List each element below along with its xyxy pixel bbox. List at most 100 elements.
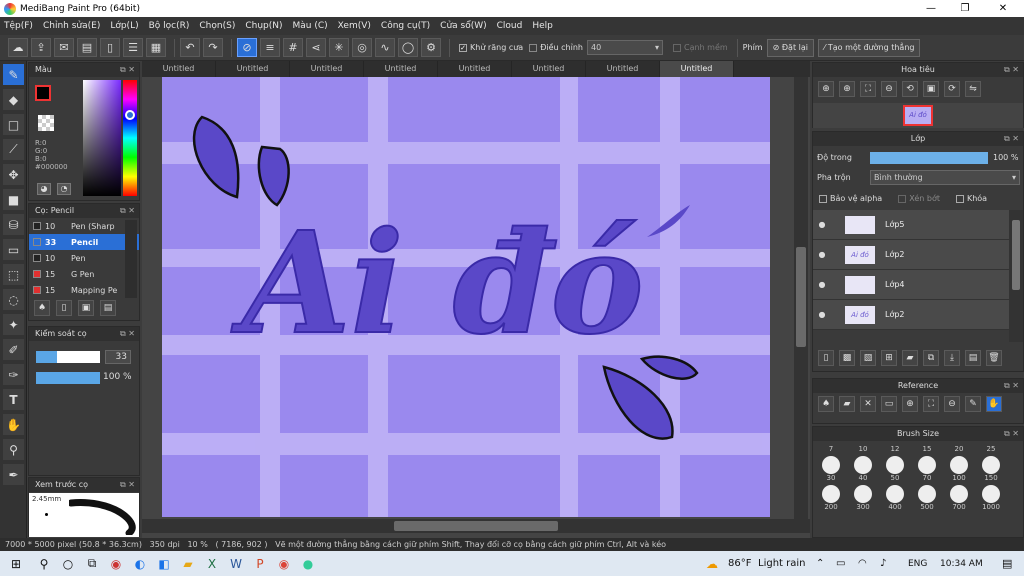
lock-checkbox[interactable]	[955, 194, 964, 203]
layer-row[interactable]: ● Ai đó Lớp2	[813, 300, 1009, 330]
reference-open-icon[interactable]: ▰	[839, 396, 855, 412]
blend-mode-select[interactable]: Bình thường ▾	[870, 170, 1020, 185]
tab-untitled-8[interactable]: Untitled	[660, 61, 734, 77]
soft-edge-checkbox[interactable]	[672, 43, 681, 52]
zoom-in-icon[interactable]: ⊕	[839, 81, 855, 97]
brush-size-preset[interactable]: 30	[815, 456, 847, 482]
powerpoint-icon[interactable]: P	[248, 554, 272, 574]
reference-eyedropper-icon[interactable]: ✎	[965, 396, 981, 412]
gradient-tool-icon[interactable]: ▭	[3, 239, 24, 260]
brush-size-preset[interactable]: 40	[847, 456, 879, 482]
panel-popout-icon[interactable]: ⧉ ✕	[120, 204, 135, 218]
circle-snap-icon[interactable]: ◎	[352, 38, 372, 57]
taskbar-search-icon[interactable]: ⚲	[32, 554, 56, 574]
brush-list-item[interactable]: 10 Pen	[29, 250, 139, 266]
brush-size-slider[interactable]	[36, 351, 100, 363]
brush-list-scrollbar[interactable]	[125, 220, 137, 298]
reference-close-icon[interactable]: ✕	[860, 396, 876, 412]
magic-wand-tool-icon[interactable]: ✦	[3, 314, 24, 335]
menu-window[interactable]: Cửa sổ(W)	[440, 21, 486, 31]
panel-popout-icon[interactable]: ⧉ ✕	[120, 63, 135, 77]
layer-opacity-slider[interactable]	[870, 152, 988, 164]
no-snap-icon[interactable]: ⊘	[237, 38, 257, 57]
panel-popout-icon[interactable]: ⧉ ✕	[1004, 63, 1019, 77]
curve-snap-icon[interactable]: ∿	[375, 38, 395, 57]
adjust-checkbox[interactable]	[529, 43, 538, 52]
brush-size-value[interactable]: 33	[105, 350, 131, 364]
brush-list-item[interactable]: 33 Pencil	[29, 234, 139, 250]
layer-scroll-thumb[interactable]	[1012, 220, 1020, 290]
layer-settings-icon[interactable]: ▤	[965, 350, 981, 366]
visibility-eye-icon[interactable]: ●	[813, 280, 831, 289]
drawing-canvas[interactable]: Ai đó	[142, 77, 810, 538]
rotate-right-icon[interactable]: ⟳	[944, 81, 960, 97]
chrome-icon[interactable]: ◉	[272, 554, 296, 574]
redo-icon[interactable]: ↷	[203, 38, 223, 57]
zoom-fit-icon[interactable]: ⊕	[818, 81, 834, 97]
tray-chevron-icon[interactable]: ⌃	[816, 558, 824, 569]
merge-down-icon[interactable]: ⤓	[944, 350, 960, 366]
menu-filter[interactable]: Bộ lọc(R)	[149, 21, 190, 31]
layer-row[interactable]: ● Ai đó Lớp2	[813, 240, 1009, 270]
navigator-preview[interactable]: Ai đó	[813, 103, 1023, 128]
tab-untitled-1[interactable]: Untitled	[142, 61, 216, 77]
trash-icon[interactable]: 🗑	[986, 350, 1002, 366]
weather-temperature[interactable]: 86°F	[728, 558, 751, 569]
transparent-color-swatch[interactable]	[38, 115, 54, 131]
reference-fit-icon[interactable]: ⛶	[923, 396, 939, 412]
cortana-icon[interactable]: ○	[56, 554, 80, 574]
brush-size-preset[interactable]: 300	[847, 485, 879, 511]
tab-untitled-5[interactable]: Untitled	[438, 61, 512, 77]
excel-icon[interactable]: X	[200, 554, 224, 574]
brush-size-preset[interactable]: 700	[943, 485, 975, 511]
menu-tools[interactable]: Công cụ(T)	[381, 21, 430, 31]
upload-icon[interactable]: ⇪	[31, 38, 51, 57]
brush-size-preset[interactable]: 7	[815, 445, 847, 453]
brush-size-preset[interactable]: 12	[879, 445, 911, 453]
rectangle-tool-icon[interactable]: □	[3, 114, 24, 135]
protect-alpha-checkbox[interactable]	[819, 194, 827, 203]
panel-popout-icon[interactable]: ⧉ ✕	[120, 327, 135, 341]
network-icon[interactable]: ▭	[836, 558, 845, 569]
text-tool-icon[interactable]: T	[3, 389, 24, 410]
brush-size-preset[interactable]: 50	[879, 456, 911, 482]
brush-new-icon[interactable]: ▯	[56, 300, 72, 316]
brush-size-preset[interactable]: 10	[847, 445, 879, 453]
select-eraser-tool-icon[interactable]: ✑	[3, 364, 24, 385]
ellipse-snap-icon[interactable]: ◯	[398, 38, 418, 57]
brush-tool-icon[interactable]: ✎	[3, 64, 24, 85]
taskbar-app1-icon[interactable]: ◉	[104, 554, 128, 574]
weather-description[interactable]: Light rain	[758, 558, 806, 569]
vanishing-snap-icon[interactable]: ⋖	[306, 38, 326, 57]
reference-add-icon[interactable]: ♠	[818, 396, 834, 412]
radial-snap-icon[interactable]: ✳	[329, 38, 349, 57]
brush-opacity-slider[interactable]	[36, 372, 100, 384]
brush-add-icon[interactable]: ♠	[34, 300, 50, 316]
tab-untitled-3[interactable]: Untitled	[290, 61, 364, 77]
actual-size-icon[interactable]: ▣	[923, 81, 939, 97]
task-view-icon[interactable]: ⧉	[80, 554, 104, 574]
panel-popout-icon[interactable]: ⧉ ✕	[120, 478, 135, 492]
menu-layer[interactable]: Lớp(L)	[110, 21, 138, 31]
menu-view[interactable]: Xem(V)	[338, 21, 371, 31]
tab-untitled-6[interactable]: Untitled	[512, 61, 586, 77]
brush-size-preset[interactable]: 20	[943, 445, 975, 453]
menu-color[interactable]: Màu (C)	[293, 21, 328, 31]
reset-button[interactable]: ⊘ Đặt lại	[766, 38, 814, 57]
fill-rect-tool-icon[interactable]: ■	[3, 189, 24, 210]
brush-size-preset[interactable]: 500	[911, 485, 943, 511]
adjust-select[interactable]: 40	[586, 40, 663, 55]
chat-icon[interactable]: ✉	[54, 38, 74, 57]
brush-list-item[interactable]: 15 Mapping Pe	[29, 282, 139, 298]
minimize-button[interactable]: —	[914, 0, 948, 17]
menu-cloud[interactable]: Cloud	[497, 21, 523, 31]
layer-list-scrollbar[interactable]	[1009, 210, 1023, 342]
brush-size-preset[interactable]: 400	[879, 485, 911, 511]
duplicate-layer-icon[interactable]: ⧉	[923, 350, 939, 366]
brush-settings-icon[interactable]: ▤	[100, 300, 116, 316]
settings-gear-icon[interactable]: ⚙	[421, 38, 441, 57]
horizontal-scroll-thumb[interactable]	[394, 521, 558, 531]
menu-file[interactable]: Tệp(F)	[4, 21, 33, 31]
store-icon[interactable]: ◧	[152, 554, 176, 574]
panel-popout-icon[interactable]: ⧉ ✕	[1004, 132, 1019, 146]
